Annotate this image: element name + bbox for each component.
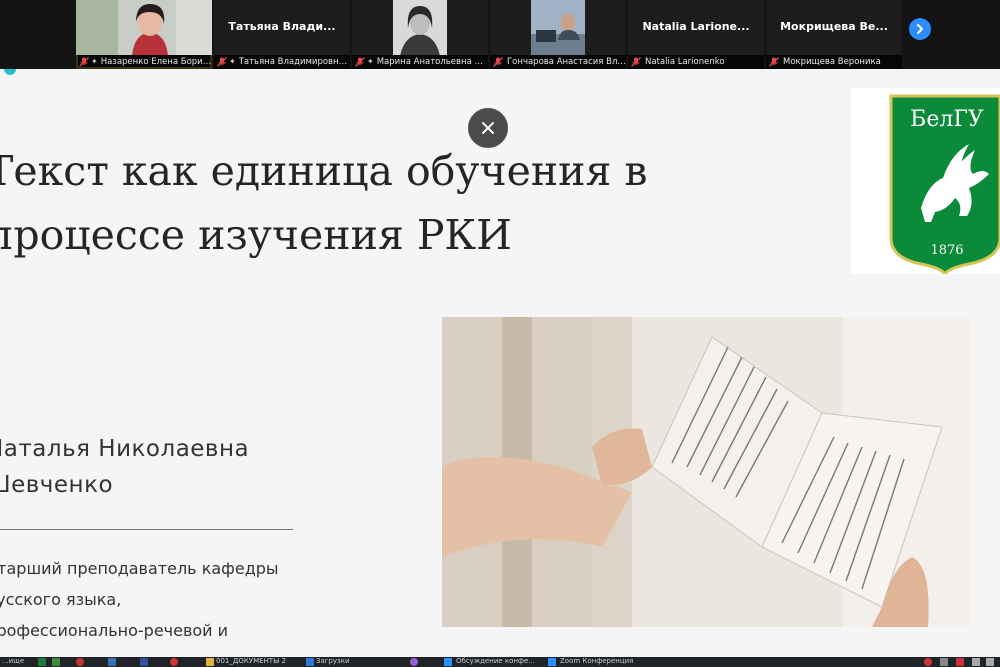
participant-name-bar: ✦ Назаренко Елена Борисо... (76, 55, 212, 69)
slide-title-line: Текст как единица обучения в (0, 147, 648, 195)
windows-taskbar: ...ище 001_ДОКУМЕНТЫ 2 Загрузки Обсужден… (0, 657, 1000, 667)
mic-muted-icon (79, 57, 89, 67)
participant-name-bar: Мокрищева Вероника (766, 55, 902, 69)
participant-tile[interactable]: Мокрищева Ве... Мокрищева Вероника (766, 0, 902, 69)
close-icon (482, 122, 494, 134)
word-icon[interactable] (140, 658, 148, 666)
mic-muted-icon (769, 57, 779, 67)
author-description: Старший преподаватель кафедры русского я… (0, 553, 279, 646)
participant-name: Мокрищева Вероника (783, 57, 881, 67)
university-logo: БелГУ 1876 (851, 88, 1000, 277)
participant-name: Татьяна Владимировна С... (238, 57, 350, 67)
participant-name-bar: Гончарова Анастасия Влади... (490, 55, 626, 69)
close-button[interactable] (468, 108, 508, 148)
share-indicator-icon (4, 69, 16, 75)
participant-tile[interactable]: ✦ Марина Анатольевна Др... (352, 0, 488, 69)
participant-name: Natalia Larionenko (645, 57, 725, 67)
belgu-logo-image: БелГУ 1876 (889, 94, 1000, 277)
participant-strip: ✦ Назаренко Елена Борисо... Татьяна Влад… (0, 0, 1000, 69)
slide-title: Текст как единица обучения в процессе из… (0, 139, 706, 267)
participant-display-name: Natalia Larione... (642, 20, 750, 33)
author-name-line: Шевченко (0, 472, 114, 498)
participant-video (352, 0, 488, 55)
next-participants-button[interactable] (909, 18, 931, 40)
participant-name-bar: ✦ Татьяна Владимировна С... (214, 55, 350, 69)
participant-name: Марина Анатольевна Др... (376, 57, 488, 67)
divider (0, 529, 293, 530)
description-line: Старший преподаватель кафедры (0, 559, 279, 578)
description-line: русского языка, (0, 590, 122, 609)
volume-icon[interactable] (986, 658, 994, 666)
book-photo (442, 317, 971, 627)
app-icon[interactable] (410, 658, 418, 666)
yandex-icon[interactable] (76, 658, 84, 666)
mic-muted-icon (355, 57, 365, 67)
participant-name: Назаренко Елена Борисо... (100, 57, 212, 67)
participant-tile[interactable]: Гончарова Анастасия Влади... (490, 0, 626, 69)
description-line: профессионально-речевой и (0, 621, 229, 640)
mic-muted-icon (493, 57, 503, 67)
participant-video (490, 0, 626, 55)
pin-icon: ✦ (367, 57, 374, 66)
app-icon[interactable] (52, 658, 60, 666)
slide-title-line: процессе изучения РКИ (0, 211, 512, 259)
zoom-icon[interactable] (444, 658, 452, 666)
chevron-right-icon (917, 24, 923, 34)
participant-display-name: Мокрищева Ве... (780, 20, 888, 33)
participant-tile[interactable]: Татьяна Влади... ✦ Татьяна Владимировна … (214, 0, 350, 69)
tray-icon[interactable] (924, 658, 932, 666)
participant-name: Гончарова Анастасия Влади... (507, 57, 626, 67)
taskbar-item[interactable]: Обсуждение конфе... (456, 656, 535, 666)
author-name-line: Наталья Николаевна (0, 436, 250, 462)
participant-name-bar: ✦ Марина Анатольевна Др... (352, 55, 488, 69)
mic-muted-icon (217, 57, 227, 67)
logo-year: 1876 (930, 243, 963, 258)
logo-text: БелГУ (910, 107, 984, 132)
folder-icon[interactable] (206, 658, 214, 666)
tray-icon[interactable] (940, 658, 948, 666)
download-icon[interactable] (306, 658, 314, 666)
taskbar-item[interactable]: ...ище (2, 656, 24, 666)
author-name: Наталья Николаевна Шевченко (0, 431, 249, 503)
participant-name-bar: Natalia Larionenko (628, 55, 764, 69)
wifi-icon[interactable] (972, 658, 980, 666)
pin-icon: ✦ (229, 57, 236, 66)
taskbar-item[interactable]: Zoom Конференция (560, 656, 633, 666)
tray-icon[interactable] (956, 658, 964, 666)
app-icon[interactable] (108, 658, 116, 666)
participant-video (76, 0, 212, 55)
mic-muted-icon (631, 57, 641, 67)
pin-icon: ✦ (91, 57, 98, 66)
taskbar-item[interactable]: 001_ДОКУМЕНТЫ 2 (216, 656, 286, 666)
book-photo-image (442, 317, 971, 627)
participant-display-name: Татьяна Влади... (228, 20, 336, 33)
participant-tile[interactable]: ✦ Назаренко Елена Борисо... (76, 0, 212, 69)
antivirus-icon[interactable] (170, 658, 178, 666)
shared-screen-slide: Текст как единица обучения в процессе из… (0, 69, 1000, 657)
excel-icon[interactable] (38, 658, 46, 666)
participant-tile[interactable]: Natalia Larione... Natalia Larionenko (628, 0, 764, 69)
zoom-icon[interactable] (548, 658, 556, 666)
taskbar-item[interactable]: Загрузки (316, 656, 350, 666)
